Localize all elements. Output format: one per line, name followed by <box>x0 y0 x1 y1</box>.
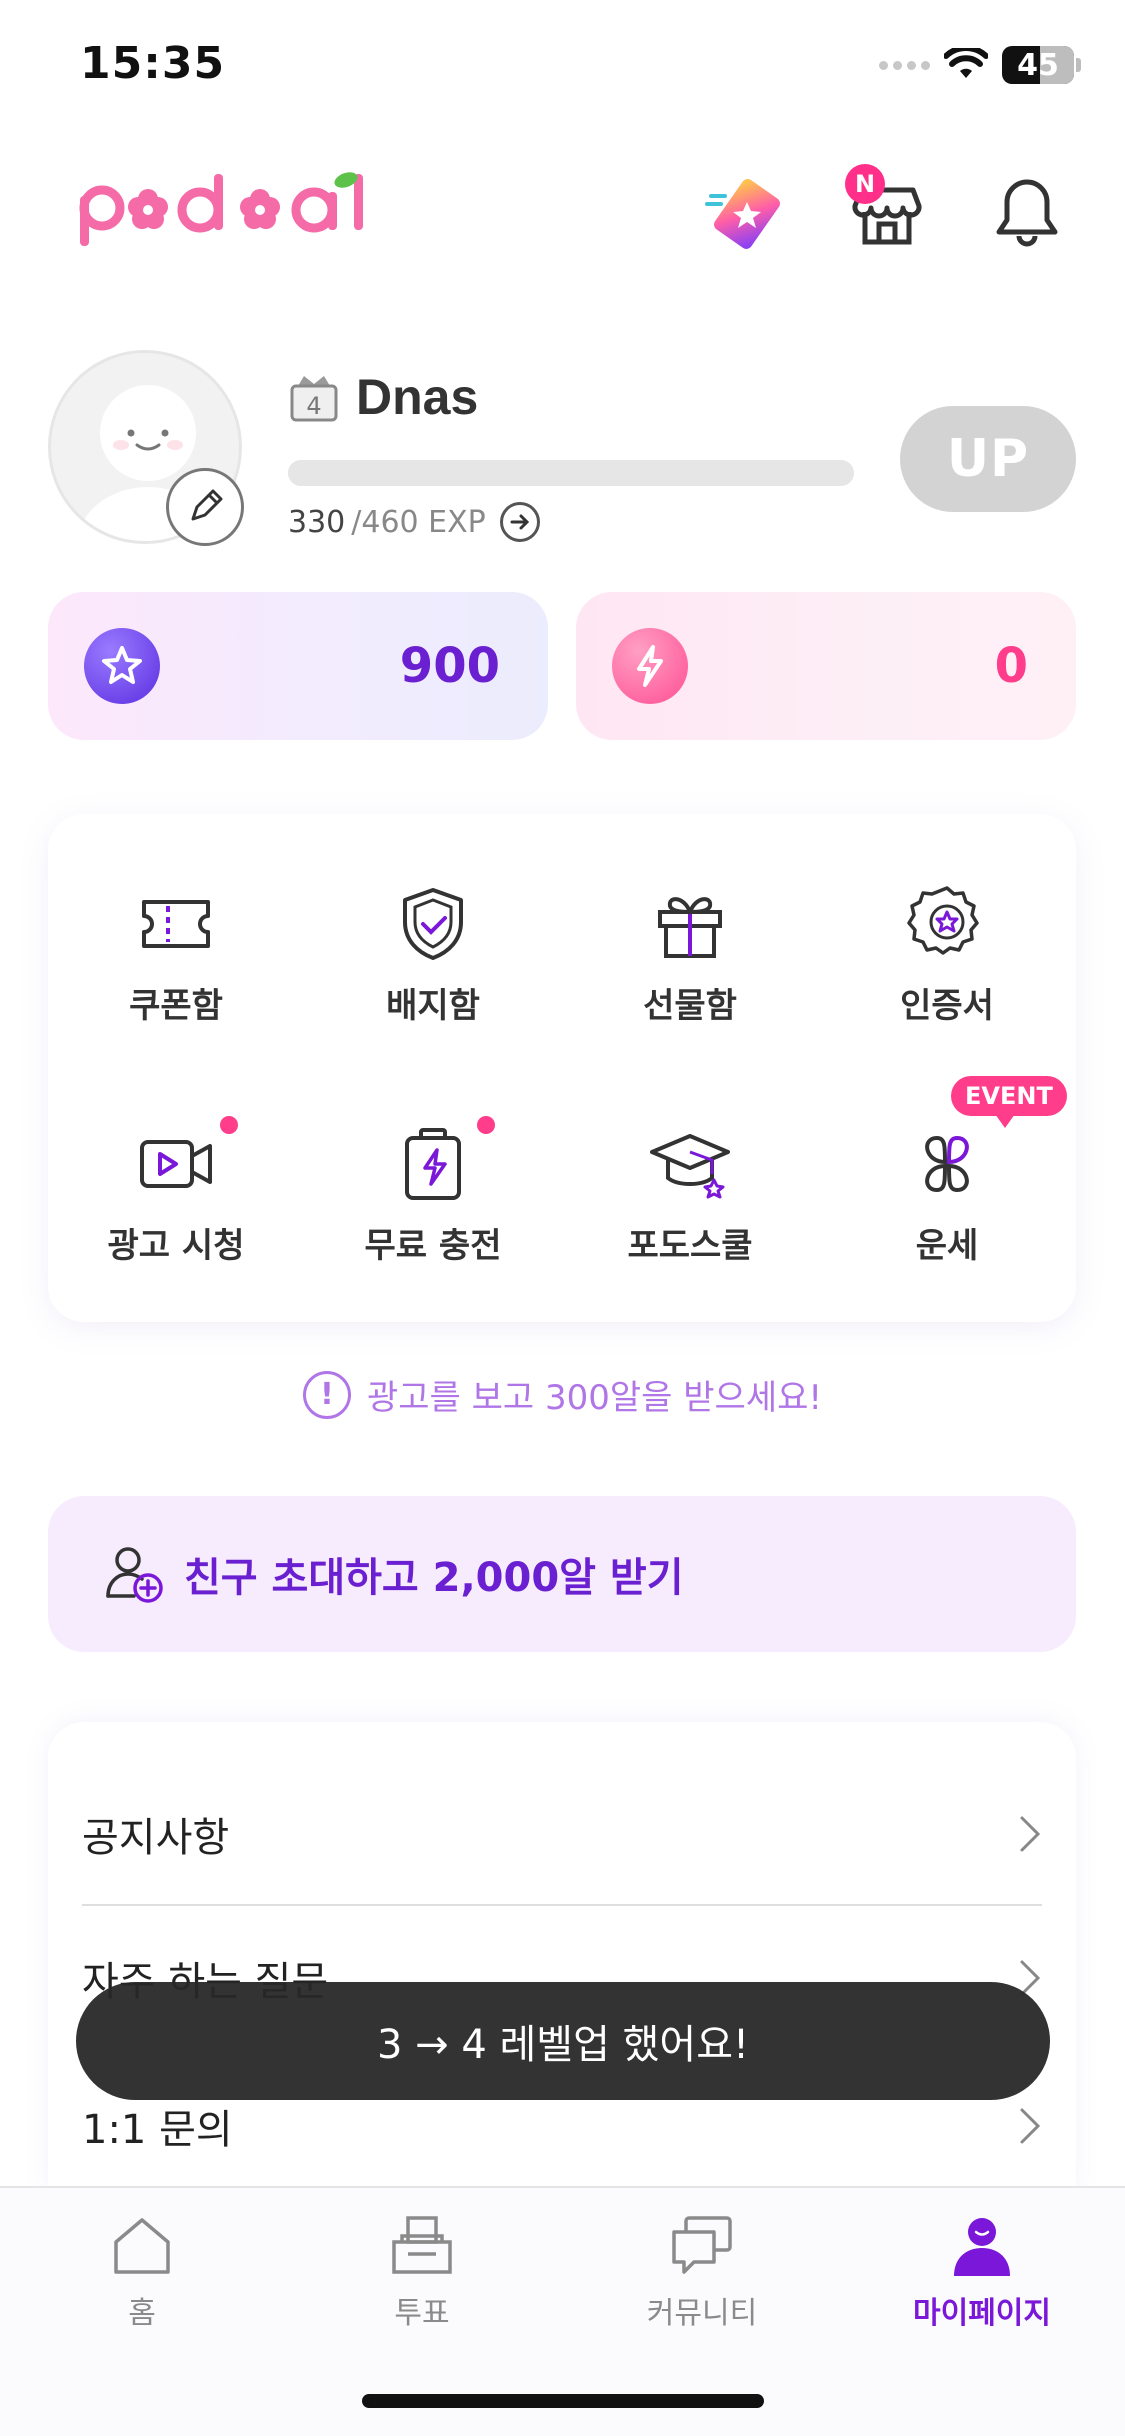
star-currency-value: 900 <box>399 638 500 694</box>
support-list: 공지사항 자주 하는 질문 1:1 문의 <box>48 1722 1076 2192</box>
pencil-icon <box>191 489 223 521</box>
tab-home[interactable]: 홈 <box>42 2212 242 2332</box>
bolt-coin-icon <box>612 628 688 704</box>
menu-item-watch-ad[interactable]: 광고 시청 <box>76 1116 276 1267</box>
invite-friends-banner[interactable]: 친구 초대하고 2,000알 받기 <box>48 1496 1076 1652</box>
arrow-right-icon <box>510 514 529 530</box>
menu-item-gifts[interactable]: 선물함 <box>590 884 790 1027</box>
coupon-icon <box>136 884 216 964</box>
exp-progress-bar <box>288 460 854 486</box>
level-up-toast: 3 → 4 레벨업 했어요! <box>76 1982 1050 2100</box>
exp-detail-button[interactable] <box>499 502 540 542</box>
invite-text: 친구 초대하고 2,000알 받기 <box>184 1555 684 1601</box>
notifications-button[interactable] <box>985 170 1069 254</box>
level-number: 4 <box>306 392 321 420</box>
exp-max: /460 EXP <box>351 504 486 540</box>
chat-bubbles-icon <box>672 2216 732 2274</box>
wifi-icon <box>944 48 988 78</box>
ad-hint-text: 광고를 보고 300알을 받으세요! <box>366 1378 823 1418</box>
home-indicator <box>362 2394 764 2408</box>
badge-shield-icon <box>393 884 473 964</box>
menu-item-label: 운세 <box>915 1226 979 1266</box>
add-friend-icon <box>106 1547 163 1603</box>
list-item-label: 공지사항 <box>82 1815 230 1861</box>
certificate-icon <box>907 884 987 964</box>
ticket-button[interactable] <box>705 170 789 254</box>
battery-bolt-icon <box>393 1116 495 1204</box>
store-button[interactable]: N <box>845 164 929 254</box>
exp-current: 330 <box>288 504 346 540</box>
menu-item-label: 광고 시청 <box>107 1226 245 1266</box>
tab-vote[interactable]: 투표 <box>322 2212 522 2332</box>
podoal-logo-icon <box>79 172 363 246</box>
username: Dnas <box>356 369 479 425</box>
crown-icon: 4 <box>290 376 338 422</box>
tab-label: 홈 <box>128 2296 156 2331</box>
edit-profile-button[interactable] <box>166 468 244 546</box>
status-indicators: 45 <box>879 46 1081 84</box>
list-item-notice[interactable]: 공지사항 <box>82 1764 1042 1904</box>
tab-label: 커뮤니티 <box>646 2296 758 2331</box>
tab-mypage[interactable]: 마이페이지 <box>882 2212 1082 2332</box>
star-coin-icon <box>84 628 160 704</box>
video-play-icon <box>136 1116 238 1204</box>
header-actions: N <box>705 164 1069 254</box>
graduation-cap-icon <box>650 1124 730 1204</box>
list-item-label: 1:1 문의 <box>82 2107 233 2153</box>
bolt-currency-card[interactable]: 0 <box>576 592 1076 740</box>
tab-label: 마이페이지 <box>913 2296 1051 2331</box>
menu-item-label: 무료 충전 <box>364 1226 502 1266</box>
new-dot <box>477 1116 495 1134</box>
menu-grid: 쿠폰함 배지함 선물함 인증서 광고 시청 무료 충전 포도스쿨 EVENT 운… <box>48 814 1076 1322</box>
cellular-signal-icon <box>879 60 930 70</box>
bell-icon <box>996 179 1058 247</box>
ticket-icon <box>705 179 780 249</box>
info-exclamation-icon: ! <box>302 1370 351 1419</box>
chevron-right-icon <box>1020 2108 1041 2144</box>
exp-text: 330 /460 EXP <box>288 502 540 542</box>
menu-item-label: 배지함 <box>386 986 480 1026</box>
bolt-currency-value: 0 <box>994 638 1028 694</box>
menu-item-certificate[interactable]: 인증서 <box>847 884 1047 1027</box>
event-badge: EVENT <box>951 1076 1067 1128</box>
menu-item-free-charge[interactable]: 무료 충전 <box>333 1116 533 1267</box>
level-badge: 4 <box>288 372 340 424</box>
menu-item-label: 인증서 <box>900 986 994 1026</box>
new-badge: N <box>845 164 885 204</box>
chevron-right-icon <box>1020 1816 1041 1852</box>
app-logo <box>78 170 378 254</box>
profile-person-icon <box>954 2218 1010 2276</box>
tab-community[interactable]: 커뮤니티 <box>602 2212 802 2332</box>
ad-reward-hint: ! 광고를 보고 300알을 받으세요! <box>0 1370 1125 1419</box>
clover-icon: EVENT <box>907 1076 1067 1204</box>
menu-item-label: 쿠폰함 <box>129 986 223 1026</box>
divider <box>82 1904 1042 1906</box>
status-time: 15:35 <box>80 38 226 89</box>
menu-item-label: 선물함 <box>643 986 737 1026</box>
menu-item-fortune[interactable]: EVENT 운세 <box>847 1076 1067 1267</box>
home-icon <box>114 2218 170 2274</box>
menu-item-coupon[interactable]: 쿠폰함 <box>76 884 276 1027</box>
gift-icon <box>650 884 730 964</box>
menu-item-label: 포도스쿨 <box>627 1226 753 1266</box>
battery-level: 45 <box>1017 47 1059 83</box>
ballot-box-icon <box>392 2216 452 2274</box>
tab-label: 투표 <box>394 2296 450 2331</box>
star-currency-card[interactable]: 900 <box>48 592 548 740</box>
new-dot <box>220 1116 238 1134</box>
menu-item-badges[interactable]: 배지함 <box>333 884 533 1027</box>
level-up-button[interactable]: UP <box>900 406 1076 512</box>
battery-icon: 45 <box>1002 46 1074 84</box>
menu-item-podo-school[interactable]: 포도스쿨 <box>590 1124 790 1267</box>
